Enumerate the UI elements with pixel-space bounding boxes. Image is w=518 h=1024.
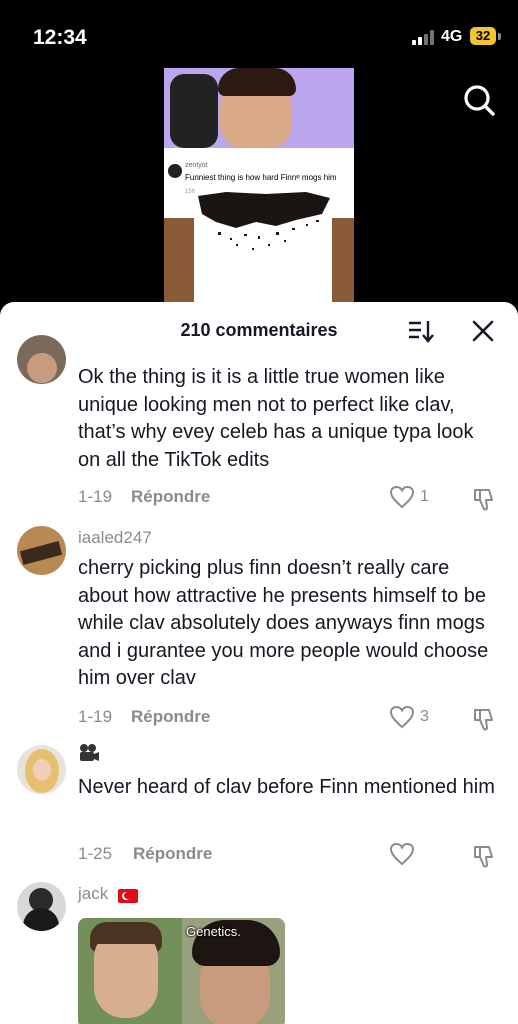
heart-icon[interactable] [389, 842, 415, 866]
video-frame-person [164, 68, 354, 148]
comment-username[interactable]: jack [78, 884, 108, 904]
hair-shape [218, 68, 296, 96]
sort-list-icon[interactable] [407, 318, 435, 344]
dislike-icon[interactable] [472, 706, 498, 732]
network-label: 4G [441, 28, 463, 45]
turkey-flag-icon [118, 889, 138, 903]
wood-panel-left [164, 218, 194, 308]
search-icon[interactable] [462, 83, 496, 117]
comment-gif[interactable]: Genetics. [78, 918, 285, 1024]
close-icon[interactable] [470, 318, 496, 344]
reply-button[interactable]: Répondre [133, 844, 212, 864]
dislike-icon[interactable] [472, 486, 498, 512]
signal-icon [412, 30, 436, 45]
disintegration-effect [198, 192, 330, 250]
avatar[interactable] [17, 335, 66, 384]
comment-date: 1-19 [78, 707, 113, 726]
like-count: 1 [420, 488, 429, 505]
gif-panel-left [78, 918, 182, 1024]
avatar[interactable] [17, 745, 66, 794]
comment-text: Never heard of clav before Finn mentione… [78, 776, 495, 798]
comment-date: 1-19 [78, 487, 113, 506]
comment-text: cherry picking plus finn doesn’t really … [78, 557, 489, 689]
overlay-meta: 15h [185, 189, 196, 195]
gif-caption: Genetics. [186, 924, 241, 939]
status-bar: 12:34 4G 32 [0, 0, 518, 70]
comment-username[interactable]: iaaled247 [78, 528, 152, 548]
overlay-comment: Funniest thing is how hard Finnᵠ mogs hi… [185, 173, 337, 182]
comments-sheet: 210 commentaires Ok the thing is it is a… [0, 302, 518, 1024]
comment-date: 1-25 [78, 844, 113, 863]
overlay-avatar [168, 164, 182, 178]
comment-text: Ok the thing is it is a little true wome… [78, 366, 474, 471]
video-preview[interactable]: zentyot Funniest thing is how hard Finnᵠ… [164, 68, 354, 308]
chair-shape [170, 74, 218, 148]
dislike-icon[interactable] [472, 843, 498, 869]
battery-tip [498, 33, 501, 40]
comments-count-title: 210 commentaires [180, 320, 338, 340]
avatar[interactable] [17, 526, 66, 575]
movie-camera-icon [80, 744, 99, 761]
gif-hair-top [90, 922, 162, 944]
wood-panel-right [332, 218, 354, 308]
reply-button[interactable]: Répondre [131, 487, 210, 507]
like-count: 3 [420, 708, 429, 725]
heart-icon[interactable] [389, 705, 415, 729]
heart-icon[interactable] [389, 485, 415, 509]
status-time: 12:34 [33, 26, 87, 49]
reply-button[interactable]: Répondre [131, 707, 210, 727]
avatar[interactable] [17, 882, 66, 931]
battery-icon: 32 [470, 27, 496, 45]
overlay-username: zentyot [185, 162, 208, 169]
